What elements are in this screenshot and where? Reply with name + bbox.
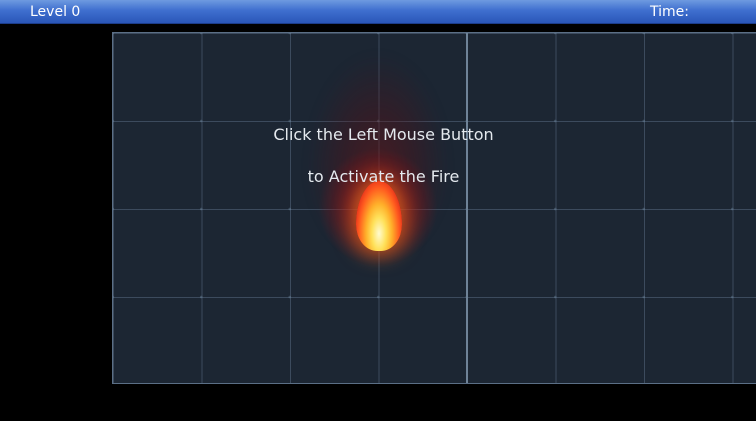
instruction-line-2: to Activate the Fire [307,167,460,186]
play-area[interactable] [112,32,756,384]
instruction-line-1: Click the Left Mouse Button [273,125,494,144]
center-divider [466,33,468,383]
time-label: Time: [650,4,689,20]
hud-bar: Level 0 Time: [0,0,756,24]
instruction-text: Click the Left Mouse Button to Activate … [112,103,655,208]
time-indicator: Time: [650,4,695,20]
level-indicator: Level 0 [30,4,81,20]
game-screen: Level 0 Time: Click the Left Mouse Butto… [0,0,756,421]
